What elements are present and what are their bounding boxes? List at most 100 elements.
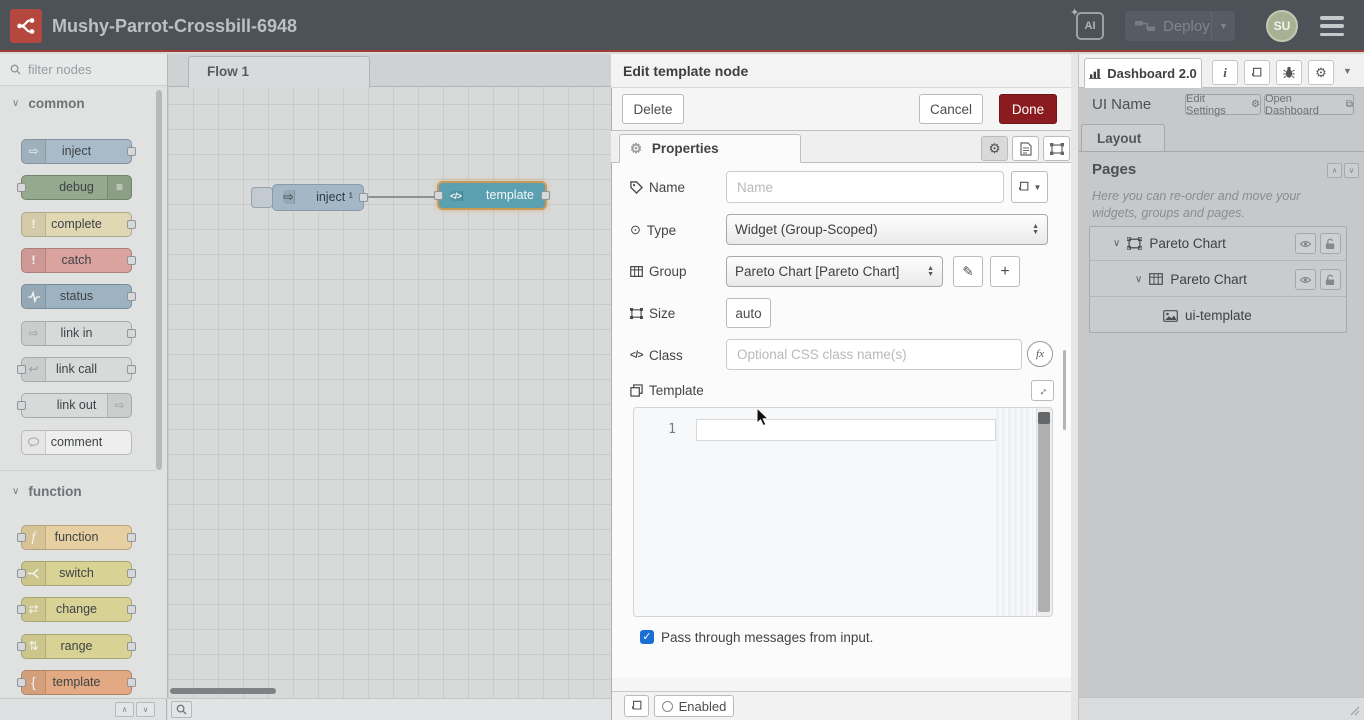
output-port[interactable] [127,365,136,374]
cancel-button[interactable]: Cancel [919,94,983,124]
group-lock-button[interactable] [1320,269,1341,290]
output-port[interactable] [359,193,368,202]
palette-node-link-call[interactable]: ↩ link call [21,357,132,382]
palette-scrollbar[interactable] [156,90,162,470]
edit-description-button[interactable] [1012,136,1039,161]
output-port[interactable] [127,642,136,651]
name-input[interactable] [726,171,1004,203]
tab-layout[interactable]: Layout [1081,124,1165,152]
palette-node-complete[interactable]: ! complete [21,212,132,237]
sidebar-tab-list-caret[interactable]: ▼ [1343,66,1352,76]
gear-icon: ⚙ [988,141,1000,157]
palette-node-debug[interactable]: ≡ debug [21,175,132,200]
output-port[interactable] [127,678,136,687]
palette-node-switch[interactable]: switch [21,561,132,586]
done-button[interactable]: Done [999,94,1057,124]
output-port[interactable] [127,147,136,156]
group-visibility-button[interactable] [1295,269,1316,290]
input-port[interactable] [17,401,26,410]
palette-node-range[interactable]: ⇅ range [21,634,132,659]
palette-node-catch[interactable]: ! catch [21,248,132,273]
size-button[interactable]: auto [726,298,771,328]
output-port[interactable] [127,533,136,542]
sidebar-info-tab-button[interactable]: i [1212,60,1238,85]
palette-node-label: complete [51,217,102,231]
main-menu-button[interactable] [1320,16,1344,36]
palette-node-label: inject [62,144,91,158]
input-port[interactable] [434,191,443,200]
palette-category-function[interactable]: ∨ function [12,484,82,499]
deploy-button[interactable]: Deploy ▼ [1125,11,1235,41]
palette-node-template[interactable]: { template [21,670,132,695]
canvas-horizontal-scrollbar[interactable] [170,688,276,694]
label-options-button[interactable]: ▼ [1011,171,1048,203]
edit-properties-button[interactable]: ⚙ [981,136,1008,161]
sidebar-debug-tab-button[interactable] [1276,60,1302,85]
palette-category-label: common [28,96,84,111]
tab-properties[interactable]: ⚙ Properties [619,134,801,163]
palette-node-inject[interactable]: ⇨ inject [21,139,132,164]
output-port[interactable] [127,220,136,229]
output-port[interactable] [127,256,136,265]
type-select[interactable]: Widget (Group-Scoped) ▲▼ [726,214,1048,245]
tree-row-widget-ui-template[interactable]: ui-template [1090,298,1346,333]
resize-grip-icon[interactable] [1350,706,1360,716]
palette-node-comment[interactable]: comment [21,430,132,455]
edit-group-button[interactable]: ✎ [953,256,983,287]
palette-node-change[interactable]: ⇄ change [21,597,132,622]
output-port[interactable] [127,329,136,338]
input-port[interactable] [17,605,26,614]
delete-button[interactable]: Delete [622,94,684,124]
input-port[interactable] [17,365,26,374]
inject-trigger-button[interactable] [251,187,273,208]
canvas-zoom-search-button[interactable] [171,701,192,718]
palette-expand-categories-button[interactable]: ∨ [136,702,155,717]
deploy-options-caret[interactable]: ▼ [1211,11,1235,41]
output-port[interactable] [127,569,136,578]
passthrough-checkbox[interactable]: ✓ [640,630,654,644]
group-select[interactable]: Pareto Chart [Pareto Chart] ▲▼ [726,256,943,287]
output-port[interactable] [541,191,550,200]
node-info-book-button[interactable] [624,695,649,717]
node-appearance-button[interactable] [1043,136,1070,161]
palette-search[interactable]: filter nodes [0,54,167,86]
user-avatar[interactable]: SU [1266,10,1298,42]
expand-all-button[interactable]: ∨ [1344,163,1359,178]
canvas-node-template-selected[interactable]: </> template [437,181,547,210]
canvas-node-inject[interactable]: ⇨ inject ¹ [272,184,364,211]
caret-down-icon: ▼ [1034,183,1042,192]
sidebar-resize-grip[interactable] [1071,54,1079,720]
palette-node-link-in[interactable]: ⇨ link in [21,321,132,346]
collapse-all-button[interactable]: ∧ [1327,163,1342,178]
palette-category-common[interactable]: ∨ common [12,96,85,111]
open-dashboard-button[interactable]: Open Dashboard ⧉ [1264,94,1354,115]
palette-node-function[interactable]: f function [21,525,132,550]
input-port[interactable] [17,183,26,192]
group-table-icon [1149,273,1163,285]
tab-flow-1[interactable]: Flow 1 [188,56,370,88]
palette-node-link-out[interactable]: ⇨ link out [21,393,132,418]
ai-assistant-button[interactable]: AI [1076,12,1104,40]
input-port[interactable] [17,569,26,578]
editor-scrollbar-thumb[interactable] [1038,412,1050,612]
input-port[interactable] [17,678,26,687]
add-group-button[interactable]: + [990,256,1020,287]
node-enabled-toggle[interactable]: Enabled [654,695,734,717]
expand-editor-button[interactable]: ↔ [1031,380,1054,401]
output-port[interactable] [127,292,136,301]
input-port[interactable] [17,533,26,542]
sidebar-settings-tab-button[interactable]: ⚙ [1308,60,1334,85]
input-port[interactable] [17,642,26,651]
palette-node-status[interactable]: status [21,284,132,309]
edit-settings-button[interactable]: Edit Settings ⚙ [1185,94,1261,115]
flow-canvas[interactable] [168,54,611,698]
dialog-scrollbar[interactable] [1063,350,1066,430]
page-lock-button[interactable] [1320,233,1341,254]
page-visibility-button[interactable] [1295,233,1316,254]
class-input[interactable] [726,339,1022,370]
sidebar-help-tab-button[interactable] [1244,60,1270,85]
palette-collapse-categories-button[interactable]: ∧ [115,702,134,717]
output-port[interactable] [127,605,136,614]
fx-dynamic-property-button[interactable]: fx [1027,341,1053,367]
tab-dashboard-2[interactable]: Dashboard 2.0 [1084,58,1202,88]
